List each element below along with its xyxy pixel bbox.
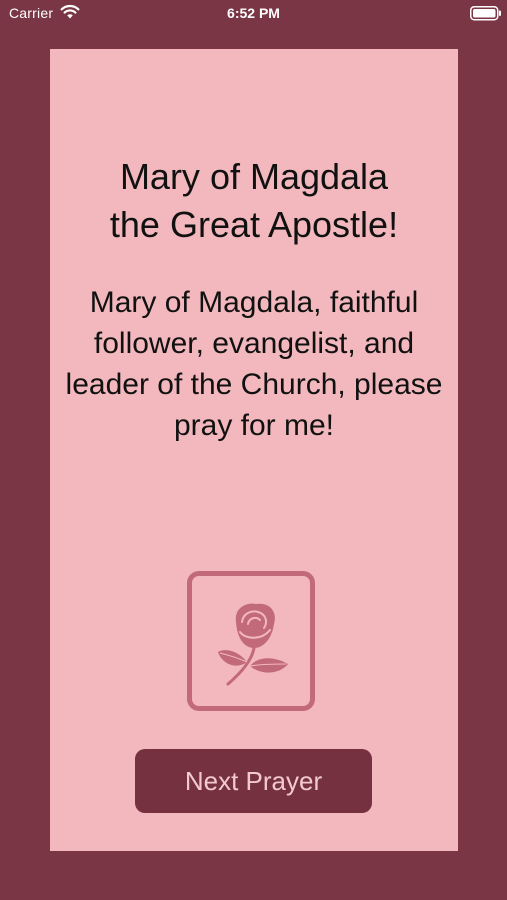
rose-icon [218,603,288,686]
status-bar: Carrier 6:52 PM [0,0,507,28]
rose-image-frame [187,571,315,711]
clock-time: 6:52 PM [227,5,280,21]
title-line-2: the Great Apostle! [109,204,399,245]
prayer-text: Mary of Magdala, faithful follower, evan… [65,286,443,442]
battery-icon [470,6,501,21]
prayer-card: Mary of Magdala the Great Apostle! Mary … [50,49,458,851]
page-title: Mary of Magdala the Great Apostle! [50,153,458,249]
next-prayer-button[interactable]: Next Prayer [135,749,372,813]
title-line-1: Mary of Magdala [119,156,389,197]
